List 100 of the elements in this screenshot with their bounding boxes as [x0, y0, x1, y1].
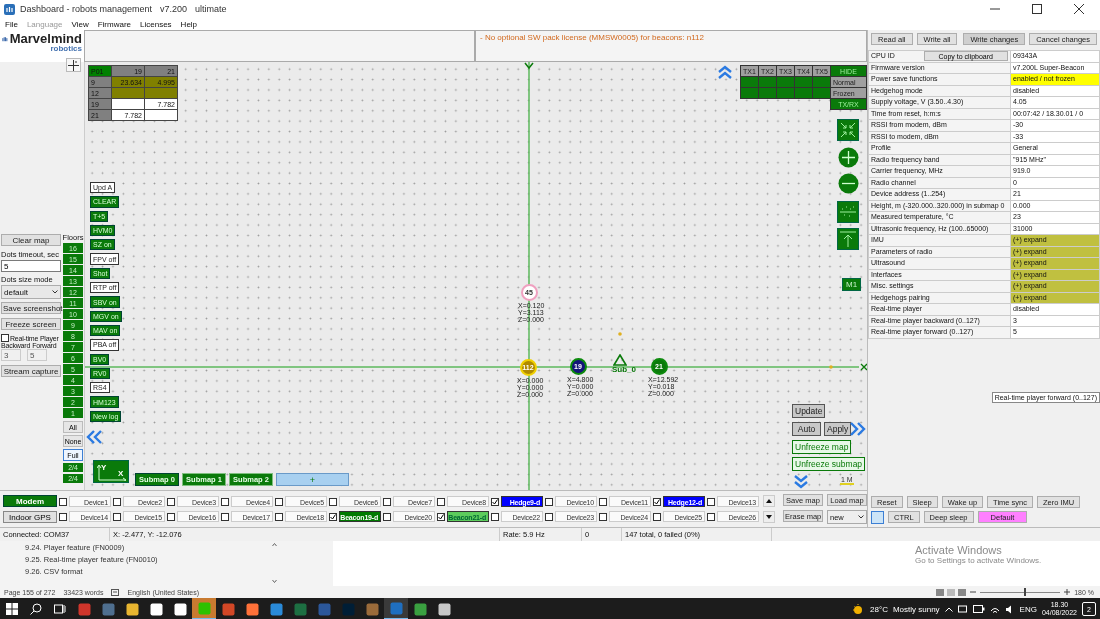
color-swatch[interactable]	[871, 511, 884, 524]
checkbox[interactable]	[545, 512, 553, 521]
activation-text: Go to Settings to activate Windows.	[915, 556, 1042, 565]
caret-down-icon[interactable]	[858, 515, 864, 519]
triangle-up-icon[interactable]	[766, 499, 772, 503]
triangle-down-icon[interactable]	[766, 515, 772, 519]
dots-button[interactable]	[837, 201, 859, 223]
checkbox[interactable]	[329, 497, 337, 506]
apply-button[interactable]: Apply	[824, 422, 852, 436]
checkbox[interactable]	[437, 512, 445, 521]
table-cell	[776, 76, 795, 88]
unfreeze-submap-button[interactable]: Unfreeze submap	[792, 457, 866, 471]
auto-button[interactable]: Auto	[792, 422, 821, 436]
app-icon[interactable]	[173, 602, 187, 616]
window-title: Dashboard - robots management	[20, 4, 153, 14]
double-chevron-down-icon[interactable]	[794, 475, 808, 489]
input-language[interactable]: ENG	[1019, 604, 1037, 614]
zoom-out-button[interactable]	[838, 173, 859, 194]
menu-item[interactable]: View	[71, 19, 89, 29]
checkbox[interactable]	[275, 512, 283, 521]
checkbox[interactable]	[59, 512, 67, 521]
app-icon[interactable]	[437, 602, 451, 616]
timeout-field[interactable]: 5	[1, 260, 61, 272]
double-chevron-left-icon[interactable]	[86, 430, 102, 444]
mode-button[interactable]: Indoor GPS	[3, 511, 57, 523]
maximize-icon[interactable]	[1032, 4, 1042, 14]
menu-item[interactable]: Firmware	[97, 19, 132, 29]
temperature: 28°C	[870, 604, 888, 614]
checkbox[interactable]	[167, 512, 175, 521]
check-icon	[654, 498, 660, 505]
checkbox[interactable]	[221, 512, 229, 521]
scrollbar-icon[interactable]	[272, 543, 277, 583]
checkbox[interactable]	[491, 512, 499, 521]
close-icon[interactable]	[1074, 4, 1084, 14]
add-submap-button[interactable]: +	[276, 473, 349, 486]
zoom-in-button[interactable]	[838, 147, 859, 168]
weather-text: Mostly sunny	[892, 604, 940, 614]
scroll-down-button[interactable]	[763, 511, 775, 523]
double-chevron-up-icon[interactable]	[718, 65, 732, 79]
start-icon[interactable]	[6, 603, 18, 615]
view-icon[interactable]	[936, 588, 967, 596]
license-message: - No optional SW pack license (MMSW0005) for beacons: n112	[475, 30, 867, 62]
caret-down-icon[interactable]	[52, 290, 58, 294]
crosshair-button[interactable]	[65, 58, 81, 72]
checkbox[interactable]	[59, 497, 67, 506]
checkbox[interactable]	[383, 512, 391, 521]
checkbox[interactable]	[383, 497, 391, 506]
battery-icon[interactable]	[972, 605, 985, 613]
checkbox[interactable]	[491, 497, 499, 506]
freeze-screen-button[interactable]: Freeze screen	[1, 318, 61, 330]
triangle-icon[interactable]	[613, 354, 627, 366]
update-button[interactable]: Update	[792, 404, 826, 418]
checkbox[interactable]	[275, 497, 283, 506]
axes-button[interactable]: Y X	[93, 460, 129, 483]
checkbox[interactable]	[167, 497, 175, 506]
task-view-icon[interactable]	[54, 603, 66, 615]
checkbox[interactable]	[707, 512, 715, 521]
checkbox[interactable]	[599, 512, 607, 521]
menu-item[interactable]: File	[5, 19, 18, 29]
checkbox[interactable]	[221, 497, 229, 506]
checkbox[interactable]	[113, 497, 121, 506]
checkbox[interactable]	[599, 497, 607, 506]
double-chevron-right-icon[interactable]	[850, 422, 866, 436]
check-icon	[330, 513, 336, 520]
stream-capture-button[interactable]: Stream capture	[1, 365, 61, 377]
unfreeze-map-button[interactable]: Unfreeze map	[792, 440, 852, 454]
table-cell	[758, 76, 777, 88]
marker-button[interactable]: M1	[842, 278, 862, 291]
edition-label: ultimate	[195, 4, 227, 14]
checkbox[interactable]	[329, 512, 337, 521]
table-cell	[794, 76, 813, 88]
menu-item[interactable]: Help	[180, 19, 198, 29]
logo-text: Marvelmind	[9, 31, 82, 46]
checkbox[interactable]	[707, 497, 715, 506]
fit-view-button[interactable]	[837, 119, 859, 141]
menu-item[interactable]: Licenses	[140, 19, 172, 29]
checkbox[interactable]	[653, 512, 661, 521]
point-marker	[618, 332, 622, 336]
checkbox[interactable]	[113, 512, 121, 521]
proofing-icon[interactable]	[111, 588, 120, 596]
arrow-up-button[interactable]	[837, 228, 859, 250]
mode-button[interactable]: Modem	[3, 495, 57, 507]
table-cell	[812, 76, 831, 88]
save-screenshot-button[interactable]: Save screenshot	[1, 302, 61, 314]
app-icon[interactable]	[149, 602, 163, 616]
plus-icon[interactable]	[1064, 589, 1071, 595]
checkbox[interactable]	[437, 497, 445, 506]
size-mode-dropdown[interactable]: default	[1, 285, 61, 299]
table-cell	[740, 76, 759, 88]
app-icon[interactable]	[125, 602, 139, 616]
search-icon[interactable]	[30, 603, 42, 615]
checkbox[interactable]	[653, 497, 661, 506]
app-icon[interactable]	[245, 602, 259, 616]
checkbox[interactable]	[1, 334, 9, 342]
clear-map-button[interactable]: Clear map	[1, 234, 61, 246]
chevron-up-icon[interactable]	[944, 606, 953, 612]
tray-icon[interactable]	[957, 604, 968, 614]
checkbox[interactable]	[545, 497, 553, 506]
scroll-up-button[interactable]	[763, 495, 775, 507]
table-cell	[812, 87, 831, 99]
